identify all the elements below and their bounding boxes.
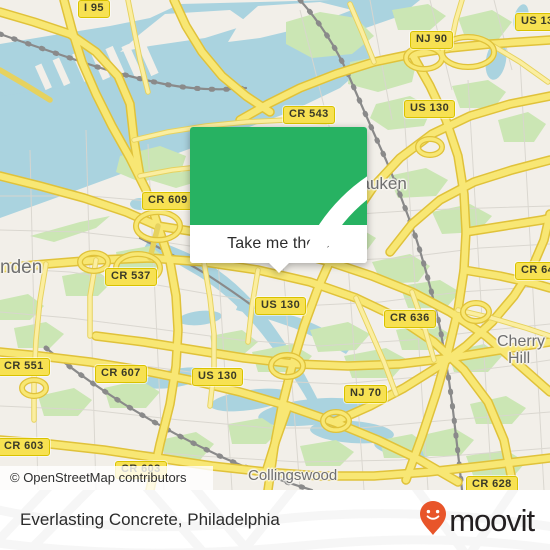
place-label: nden — [0, 257, 43, 278]
popup-tail — [268, 262, 290, 273]
place-label: Collingswood — [248, 467, 338, 484]
popup-body: Take me there — [190, 127, 367, 263]
moovit-pin-smiley-icon — [419, 500, 447, 541]
road-shield: CR 644 — [515, 262, 550, 280]
road-shield: US 130 — [404, 100, 456, 118]
road-shield: NJ 70 — [344, 385, 388, 403]
place-label: Cherry — [497, 333, 546, 350]
road-shield: US 130 — [192, 368, 244, 386]
map-attribution[interactable]: © OpenStreetMap contributors — [0, 466, 213, 490]
road-shield: CR 543 — [283, 106, 335, 124]
screenshot-root: I 95 NJ 90 US 130 US 130 CR 543 CR 609 CR 644 C… — [0, 0, 550, 550]
road-shield: CR 603 — [0, 438, 50, 456]
road-shield: US 130 — [515, 13, 550, 31]
moovit-wordmark: moovit — [449, 502, 535, 538]
road-shield: CR 537 — [105, 268, 157, 286]
footer-place-title: Everlasting Concrete, Philadelphia — [20, 510, 280, 529]
road-shield: NJ 90 — [410, 31, 454, 49]
place-label: Hill — [508, 350, 531, 367]
road-shield: I 95 — [78, 0, 110, 18]
map-canvas[interactable]: I 95 NJ 90 US 130 US 130 CR 543 CR 609 CR 644 C… — [0, 0, 550, 490]
road-shield: CR 607 — [95, 365, 147, 383]
road-shield: US 130 — [255, 297, 307, 315]
moovit-brand[interactable]: moovit — [419, 490, 535, 550]
footer-bar: Everlasting Concrete, Philadelphia moovi… — [0, 490, 550, 550]
location-popup[interactable]: Take me there — [190, 127, 367, 273]
road-shield: CR 609 — [142, 192, 194, 210]
road-shield: CR 636 — [384, 310, 436, 328]
road-shield: CR 551 — [0, 358, 50, 376]
popup-header — [190, 127, 367, 263]
road-shield: CR 628 — [466, 476, 518, 490]
